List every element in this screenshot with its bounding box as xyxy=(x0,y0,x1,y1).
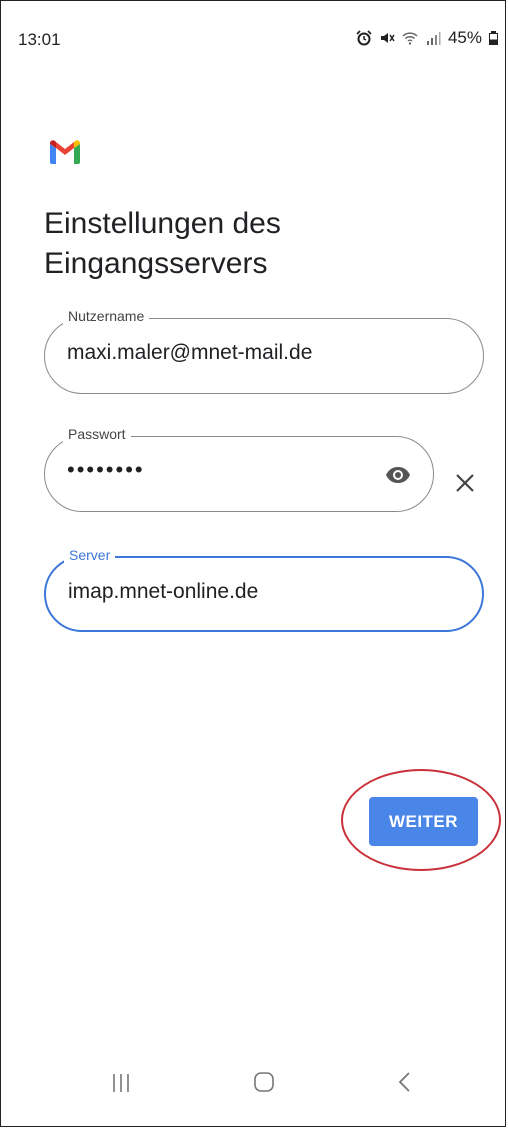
server-input[interactable] xyxy=(68,580,448,604)
gmail-logo xyxy=(50,140,80,164)
password-field[interactable]: Passwort •••••••• xyxy=(44,426,434,512)
page-title: Einstellungen des Eingangsservers xyxy=(44,207,281,280)
signal-icon xyxy=(426,32,441,45)
server-label: Server xyxy=(64,547,116,563)
password-label: Passwort xyxy=(63,426,131,442)
navigation-bar xyxy=(0,1050,508,1110)
battery-percent: 45% xyxy=(447,28,482,47)
battery-icon xyxy=(489,31,498,45)
recent-apps-icon[interactable] xyxy=(101,1062,141,1102)
username-field[interactable]: Nutzername xyxy=(44,308,484,394)
alarm-icon xyxy=(356,30,372,46)
home-icon[interactable] xyxy=(244,1062,284,1102)
username-input[interactable] xyxy=(67,341,447,365)
mute-icon xyxy=(380,33,395,43)
server-field[interactable]: Server xyxy=(44,547,484,632)
clear-password-icon[interactable] xyxy=(452,470,478,496)
show-password-icon[interactable] xyxy=(385,462,411,488)
wifi-icon xyxy=(402,32,418,45)
status-time: 13:01 xyxy=(18,30,61,49)
status-bar: 13:01 45% xyxy=(0,0,508,80)
status-icons: 45% xyxy=(356,28,498,48)
username-label: Nutzername xyxy=(63,308,150,324)
back-icon[interactable] xyxy=(385,1062,425,1102)
next-button[interactable]: WEITER xyxy=(369,797,478,846)
